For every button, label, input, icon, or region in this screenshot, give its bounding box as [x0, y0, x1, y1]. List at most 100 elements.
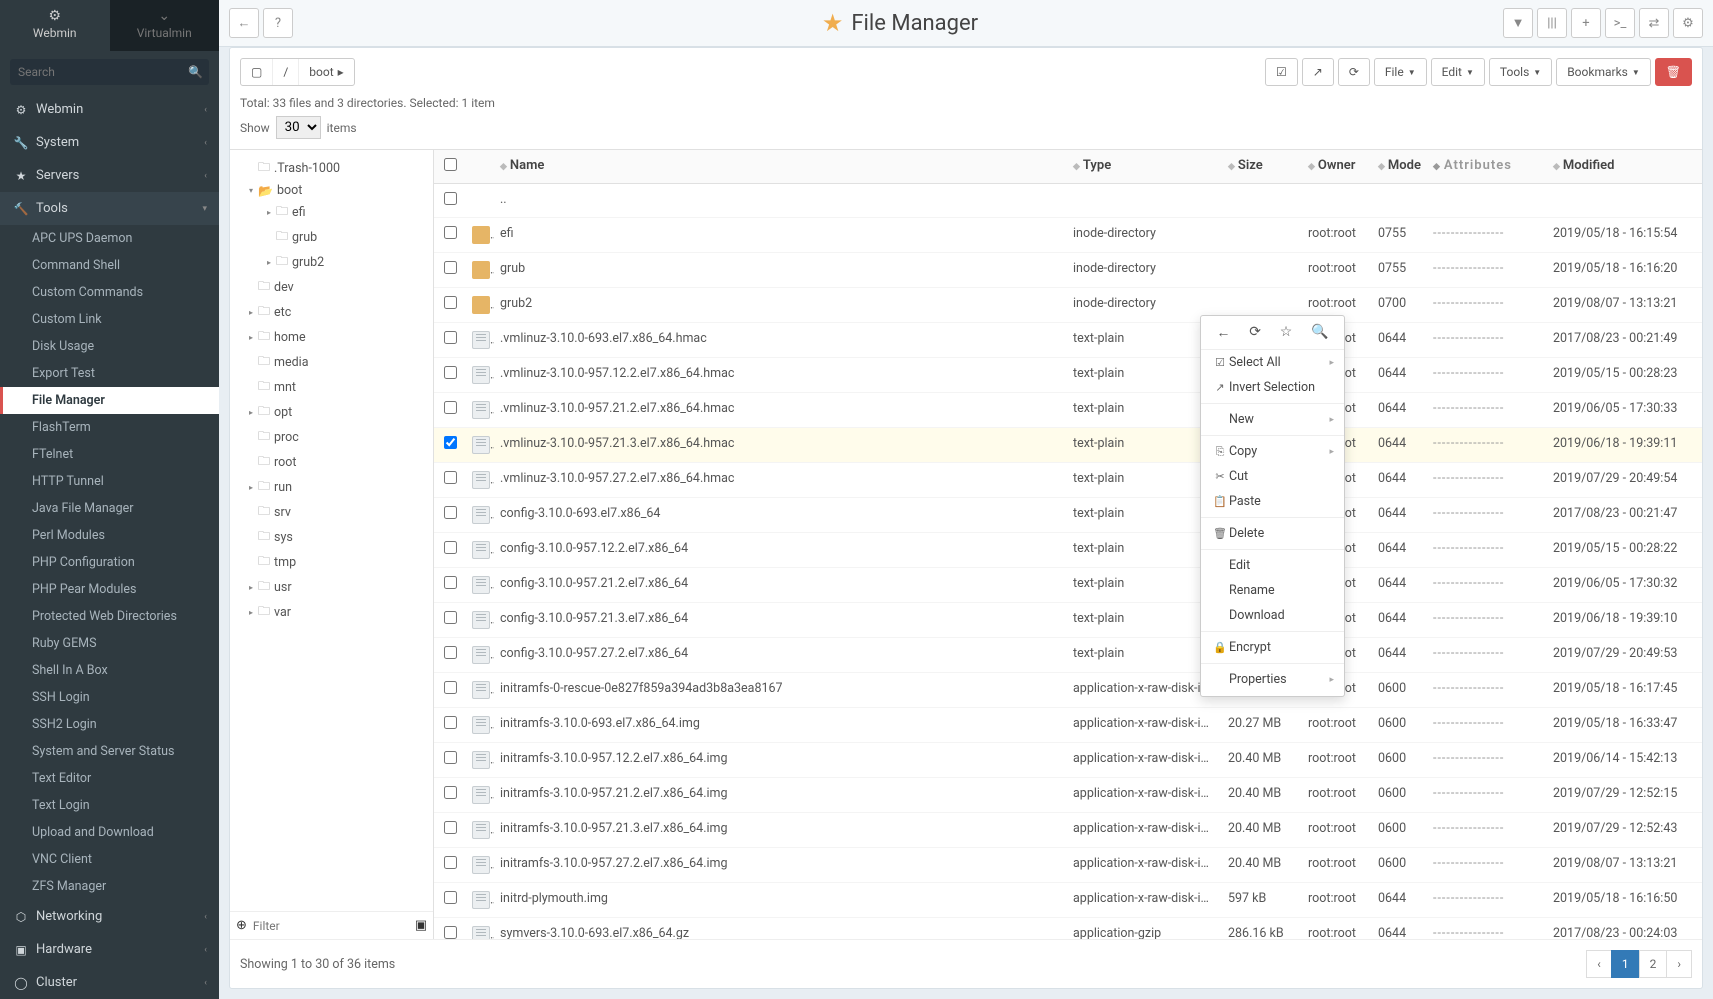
table-row[interactable]: config-3.10.0-693.el7.x86_64 text-plain …: [434, 498, 1702, 533]
col-type[interactable]: ◆Type: [1067, 150, 1222, 183]
tree-node-home[interactable]: ▸🗀home: [230, 325, 433, 350]
expand-icon[interactable]: ▸: [244, 608, 258, 617]
menu-edit[interactable]: Edit ▼: [1431, 58, 1485, 86]
pager-next[interactable]: ›: [1666, 950, 1692, 978]
table-row[interactable]: initramfs-3.10.0-957.27.2.el7.x86_64.img…: [434, 848, 1702, 883]
table-row[interactable]: initramfs-0-rescue-0e827f859a394ad3b8a3e…: [434, 673, 1702, 708]
sidebar-item-ftelnet[interactable]: FTelnet: [0, 441, 219, 468]
sidebar-item-perl-modules[interactable]: Perl Modules: [0, 522, 219, 549]
table-row[interactable]: .vmlinuz-3.10.0-693.el7.x86_64.hmac text…: [434, 323, 1702, 358]
ctx-search-icon[interactable]: 🔍: [1311, 324, 1328, 341]
expand-icon[interactable]: ⊕: [236, 918, 247, 933]
tab-virtualmin[interactable]: ⌄ Virtualmin: [110, 0, 220, 51]
table-row[interactable]: config-3.10.0-957.27.2.el7.x86_64 text-p…: [434, 638, 1702, 673]
tree-node-media[interactable]: 🗀media: [230, 350, 433, 375]
row-checkbox[interactable]: [444, 401, 457, 414]
tree-node-proc[interactable]: 🗀proc: [230, 425, 433, 450]
ctx-delete[interactable]: 🗑Delete: [1201, 521, 1344, 546]
table-row[interactable]: .vmlinuz-3.10.0-957.21.3.el7.x86_64.hmac…: [434, 428, 1702, 463]
parent-row[interactable]: ..: [434, 184, 1702, 218]
sidebar-item-http-tunnel[interactable]: HTTP Tunnel: [0, 468, 219, 495]
back-button[interactable]: ←: [229, 8, 259, 38]
expand-icon[interactable]: ▸: [244, 583, 258, 592]
sidebar-item-ruby-gems[interactable]: Ruby GEMS: [0, 630, 219, 657]
tree-node-grub2[interactable]: ▸🗀grub2: [230, 250, 433, 275]
table-row[interactable]: config-3.10.0-957.12.2.el7.x86_64 text-p…: [434, 533, 1702, 568]
row-checkbox[interactable]: [444, 366, 457, 379]
row-checkbox[interactable]: [444, 261, 457, 274]
row-checkbox[interactable]: [444, 786, 457, 799]
row-checkbox[interactable]: [444, 681, 457, 694]
sidebar-item-zfs-manager[interactable]: ZFS Manager: [0, 873, 219, 900]
table-row[interactable]: .vmlinuz-3.10.0-957.21.2.el7.x86_64.hmac…: [434, 393, 1702, 428]
tree-node-srv[interactable]: 🗀srv: [230, 500, 433, 525]
tree-node-boot[interactable]: ▾📂boot: [230, 181, 433, 200]
expand-icon[interactable]: ▸: [244, 408, 258, 417]
sidebar-item-custom-commands[interactable]: Custom Commands: [0, 279, 219, 306]
tree-node-efi[interactable]: ▸🗀efi: [230, 200, 433, 225]
expand-icon[interactable]: ▾: [244, 186, 258, 195]
sidebar-item-ssh-login[interactable]: SSH Login: [0, 684, 219, 711]
pager-1[interactable]: 1: [1611, 950, 1640, 978]
sidebar-item-custom-link[interactable]: Custom Link: [0, 306, 219, 333]
row-checkbox[interactable]: [444, 611, 457, 624]
table-row[interactable]: initramfs-3.10.0-957.21.2.el7.x86_64.img…: [434, 778, 1702, 813]
row-checkbox[interactable]: [444, 821, 457, 834]
ctx-invert[interactable]: ↗Invert Selection: [1201, 375, 1344, 400]
sidebar-item-command-shell[interactable]: Command Shell: [0, 252, 219, 279]
col-name[interactable]: ◆Name: [494, 150, 1067, 183]
table-row[interactable]: grub inode-directory root:root 0755 ----…: [434, 253, 1702, 288]
tree-node-run[interactable]: ▸🗀run: [230, 475, 433, 500]
menu-bookmarks[interactable]: Bookmarks ▼: [1556, 58, 1651, 86]
sidebar-item-text-login[interactable]: Text Login: [0, 792, 219, 819]
table-row[interactable]: initramfs-3.10.0-957.12.2.el7.x86_64.img…: [434, 743, 1702, 778]
ctx-copy[interactable]: ⎘Copy▸: [1201, 439, 1344, 464]
table-row[interactable]: .vmlinuz-3.10.0-957.27.2.el7.x86_64.hmac…: [434, 463, 1702, 498]
col-owner[interactable]: ◆Owner: [1302, 150, 1372, 183]
breadcrumb-root[interactable]: /: [273, 59, 299, 85]
tree-filter-input[interactable]: [253, 919, 409, 933]
sidebar-item-java-file-manager[interactable]: Java File Manager: [0, 495, 219, 522]
row-checkbox[interactable]: [444, 226, 457, 239]
row-checkbox[interactable]: [444, 751, 457, 764]
menu-file[interactable]: File ▼: [1374, 58, 1427, 86]
ctx-edit[interactable]: Edit: [1201, 553, 1344, 578]
sidebar-item-export-test[interactable]: Export Test: [0, 360, 219, 387]
select-all-checkbox[interactable]: [444, 158, 457, 171]
tree-node-var[interactable]: ▸🗀var: [230, 600, 433, 625]
sidebar-item-php-configuration[interactable]: PHP Configuration: [0, 549, 219, 576]
row-checkbox[interactable]: [444, 891, 457, 904]
tree-node-opt[interactable]: ▸🗀opt: [230, 400, 433, 425]
row-checkbox[interactable]: [444, 716, 457, 729]
sidebar-section-tools[interactable]: 🔨Tools▾: [0, 192, 219, 225]
columns-button[interactable]: |||: [1537, 8, 1567, 38]
add-button[interactable]: +: [1571, 8, 1601, 38]
sidebar-item-apc-ups-daemon[interactable]: APC UPS Daemon: [0, 225, 219, 252]
tree-node-sys[interactable]: 🗀sys: [230, 525, 433, 550]
col-check[interactable]: [434, 150, 466, 183]
row-checkbox[interactable]: [444, 471, 457, 484]
pager-2[interactable]: 2: [1639, 950, 1668, 978]
settings-button[interactable]: ⚙: [1673, 8, 1703, 38]
sidebar-item-disk-usage[interactable]: Disk Usage: [0, 333, 219, 360]
row-checkbox[interactable]: [444, 192, 457, 205]
tree-node-etc[interactable]: ▸🗀etc: [230, 300, 433, 325]
expand-icon[interactable]: ▸: [244, 308, 258, 317]
sidebar-section-networking[interactable]: ⬡Networking‹: [0, 900, 219, 933]
tree-node-.Trash-1000[interactable]: 🗀.Trash-1000: [230, 156, 433, 181]
terminal-button[interactable]: >_: [1605, 8, 1635, 38]
row-checkbox[interactable]: [444, 506, 457, 519]
col-attr[interactable]: ◆Attributes: [1427, 150, 1547, 183]
share-button[interactable]: ↗: [1302, 58, 1334, 86]
ctx-star-icon[interactable]: ☆: [1280, 324, 1293, 341]
tree-node-mnt[interactable]: 🗀mnt: [230, 375, 433, 400]
link-button[interactable]: ⇄: [1639, 8, 1669, 38]
sidebar-item-text-editor[interactable]: Text Editor: [0, 765, 219, 792]
sidebar-item-protected-web-directories[interactable]: Protected Web Directories: [0, 603, 219, 630]
sidebar-section-system[interactable]: 🔧System‹: [0, 126, 219, 159]
refresh-button[interactable]: ⟳: [1338, 58, 1370, 86]
select-button[interactable]: ☑: [1265, 58, 1298, 86]
table-row[interactable]: config-3.10.0-957.21.2.el7.x86_64 text-p…: [434, 568, 1702, 603]
sidebar-section-servers[interactable]: ★Servers‹: [0, 159, 219, 192]
row-checkbox[interactable]: [444, 331, 457, 344]
